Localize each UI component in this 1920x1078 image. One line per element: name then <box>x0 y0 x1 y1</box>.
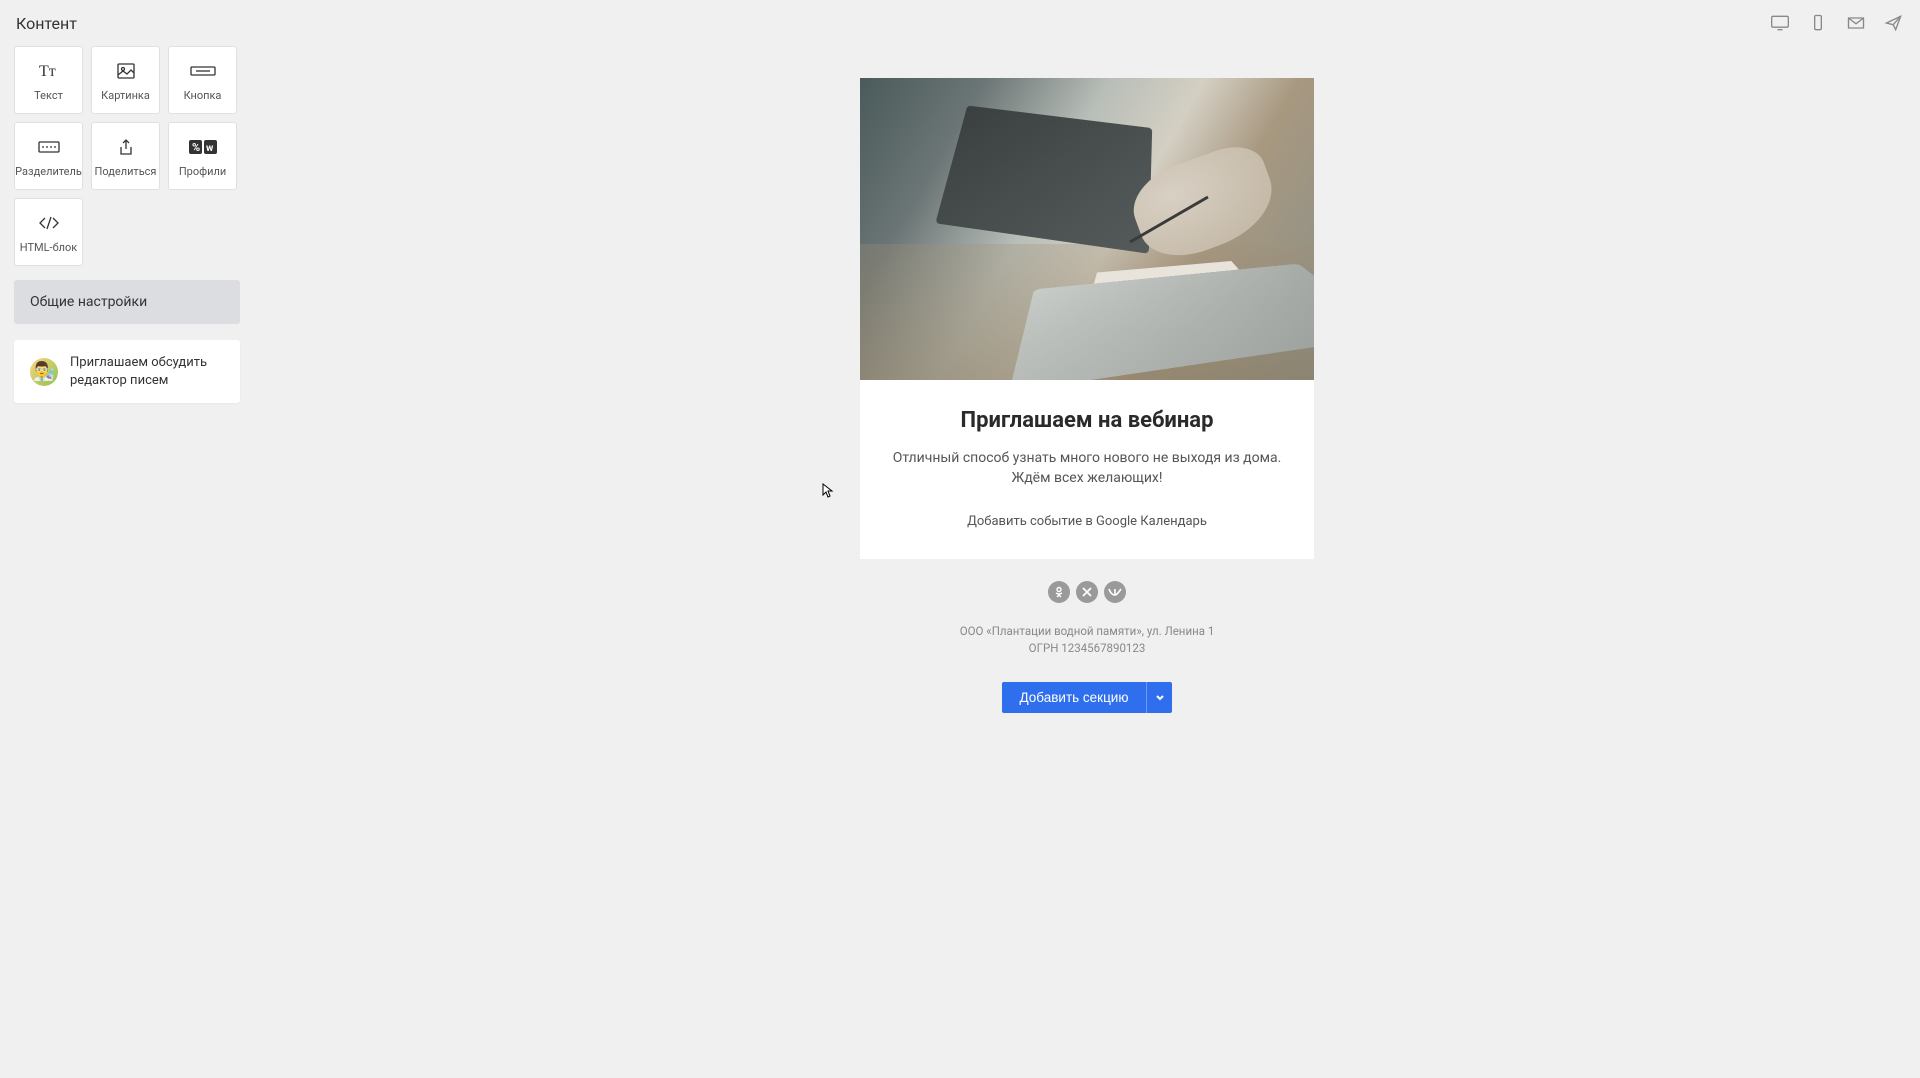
block-profiles[interactable]: %w Профили <box>168 122 237 190</box>
svg-text:w: w <box>206 143 214 154</box>
share-icon <box>118 134 134 160</box>
html-icon <box>38 210 60 236</box>
block-html[interactable]: HTML-блок <box>14 198 83 266</box>
email-hero-image[interactable] <box>860 78 1314 380</box>
footer-ogrn: ОГРН 1234567890123 <box>960 640 1215 657</box>
block-divider[interactable]: Разделитель <box>14 122 83 190</box>
desktop-preview-icon[interactable] <box>1770 14 1790 32</box>
general-settings-button[interactable]: Общие настройки <box>14 280 240 324</box>
page-title: Контент <box>16 14 77 33</box>
button-icon <box>190 58 216 84</box>
block-share[interactable]: Поделиться <box>91 122 160 190</box>
feedback-text: Приглашаем обсудить редактор писем <box>70 354 224 389</box>
vk-social-icon[interactable] <box>1104 581 1126 603</box>
divider-icon <box>38 134 60 160</box>
block-label: Профили <box>179 166 226 178</box>
block-label: Картинка <box>101 90 150 102</box>
footer-company: ООО «Плантации водной памяти», ул. Ленин… <box>960 623 1215 640</box>
block-label: HTML-блок <box>20 242 78 254</box>
block-label: Разделитель <box>15 166 82 178</box>
svg-text:%: % <box>192 141 200 154</box>
canvas-area[interactable]: Приглашаем на вебинар Отличный способ уз… <box>254 46 1440 1078</box>
block-label: Кнопка <box>184 90 222 102</box>
block-text[interactable]: Тт Текст <box>14 46 83 114</box>
svg-text:Тт: Тт <box>39 63 56 80</box>
image-icon <box>117 58 135 84</box>
email-calendar-link[interactable]: Добавить событие в Google Календарь <box>884 514 1290 529</box>
x-social-icon[interactable] <box>1076 581 1098 603</box>
feedback-card[interactable]: 👨‍🔬 Приглашаем обсудить редактор писем <box>14 340 240 403</box>
email-title: Приглашаем на вебинар <box>884 408 1290 433</box>
profiles-icon: %w <box>188 134 218 160</box>
block-label: Поделиться <box>95 166 157 178</box>
mobile-preview-icon[interactable] <box>1808 14 1828 32</box>
email-body[interactable]: Приглашаем на вебинар Отличный способ уз… <box>860 380 1314 559</box>
block-label: Текст <box>34 90 63 102</box>
add-section-button[interactable]: Добавить секцию <box>1002 682 1147 713</box>
inbox-icon[interactable] <box>1846 14 1866 32</box>
block-button[interactable]: Кнопка <box>168 46 237 114</box>
block-image[interactable]: Картинка <box>91 46 160 114</box>
email-description: Отличный способ узнать много нового не в… <box>884 449 1290 488</box>
avatar-icon: 👨‍🔬 <box>30 358 58 386</box>
text-icon: Тт <box>38 58 60 84</box>
ok-social-icon[interactable] <box>1048 581 1070 603</box>
send-icon[interactable] <box>1884 14 1904 32</box>
add-section-dropdown[interactable] <box>1146 682 1172 713</box>
